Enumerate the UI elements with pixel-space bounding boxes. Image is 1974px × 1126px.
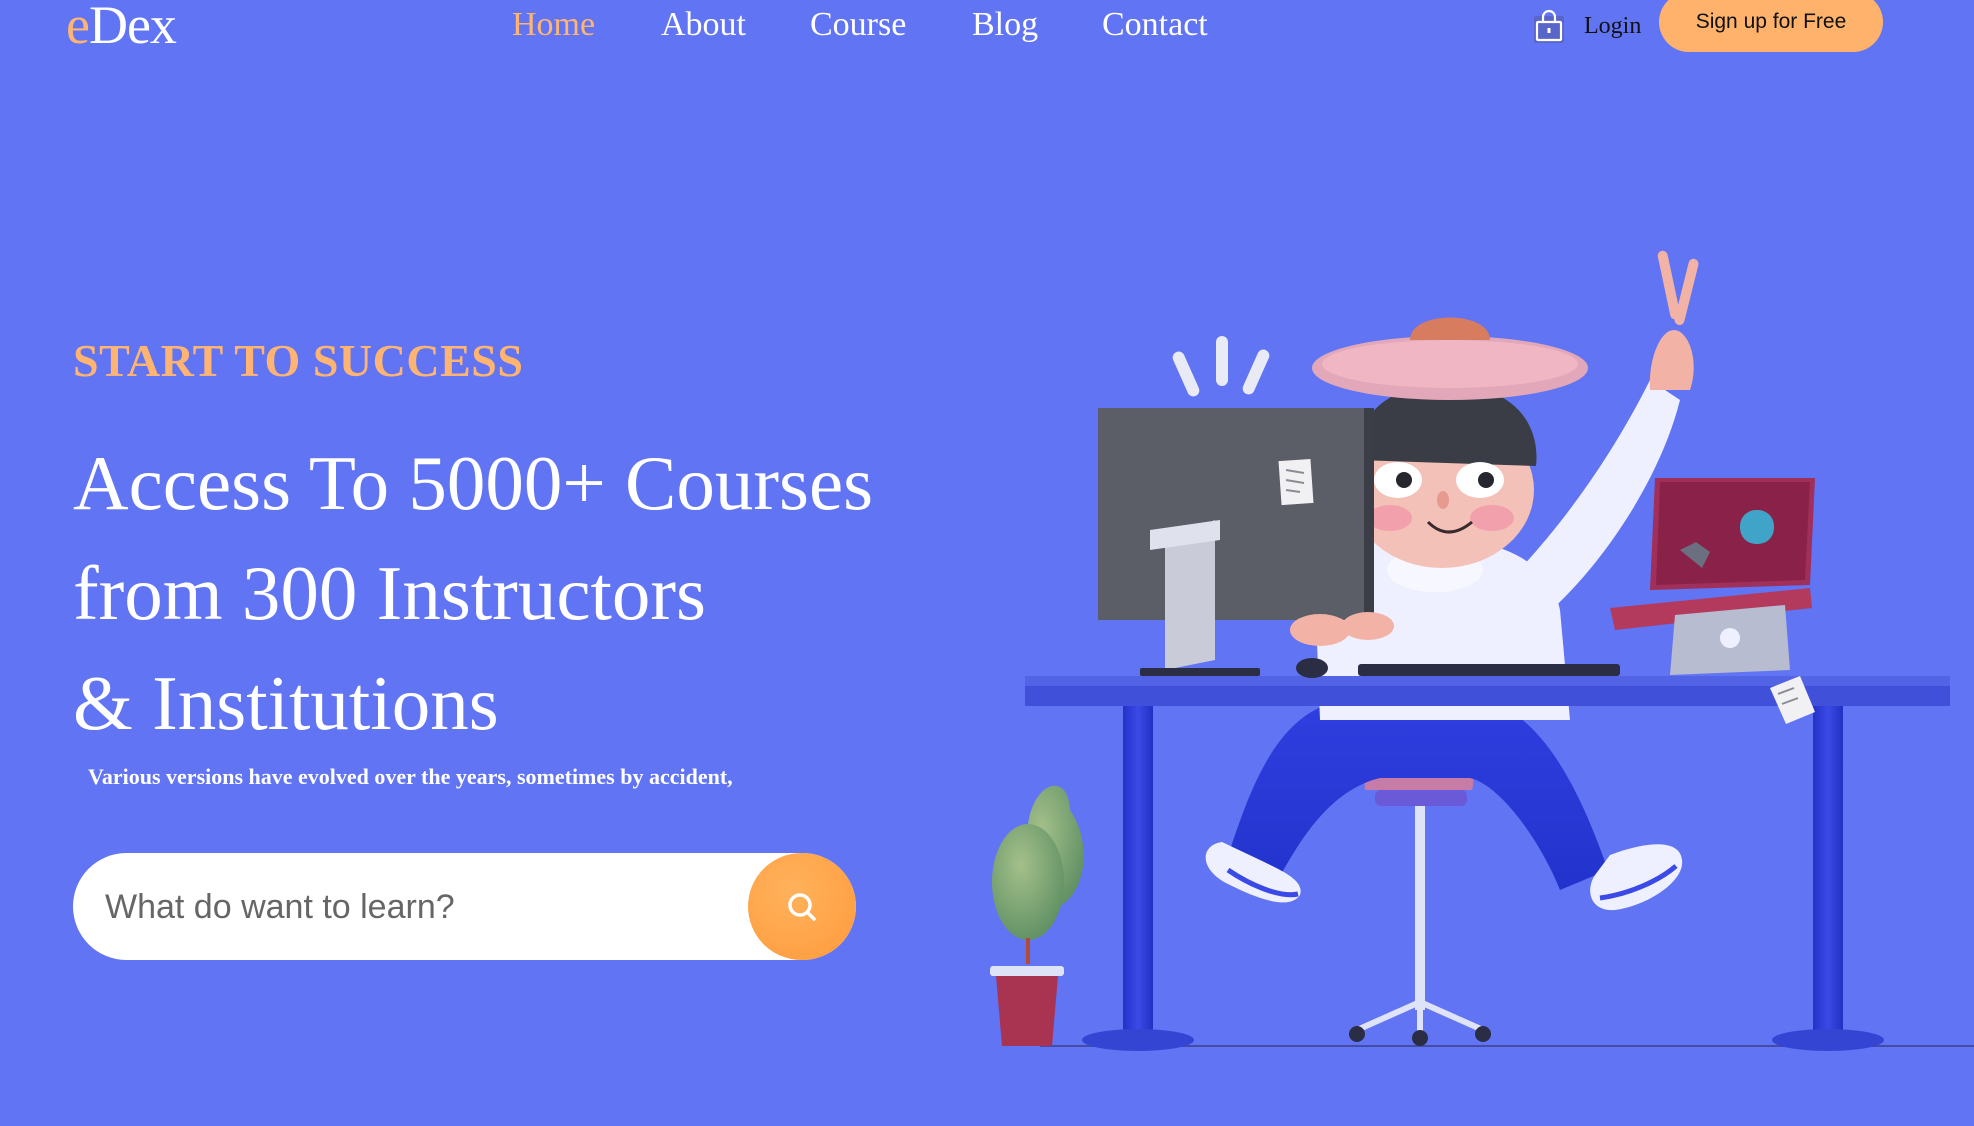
hero-illustration <box>990 250 1974 1051</box>
hero-headline-line-2: from 300 Instructors <box>73 550 706 636</box>
search-bar <box>73 853 856 960</box>
lock-icon <box>1533 8 1565 44</box>
hero-headline-line-1: Access To 5000+ Courses <box>73 440 874 526</box>
brand-logo-accent: e <box>66 0 90 55</box>
plant-decoration <box>990 785 1084 1046</box>
nav-item-course[interactable]: Course <box>810 6 906 44</box>
login-label: Login <box>1584 12 1642 39</box>
nav-item-contact[interactable]: Contact <box>1102 6 1208 44</box>
brand-logo-rest: Dex <box>88 0 177 55</box>
signup-button[interactable]: Sign up for Free <box>1659 0 1883 52</box>
hero-eyebrow: START TO SUCCESS <box>73 335 524 386</box>
search-icon <box>788 892 816 921</box>
search-button[interactable] <box>748 853 856 960</box>
login-link[interactable]: Login <box>1533 8 1641 44</box>
search-input[interactable] <box>103 873 787 941</box>
hero-headline: Access To 5000+ Courses from 300 Instruc… <box>73 428 973 758</box>
nav-item-blog[interactable]: Blog <box>972 6 1038 44</box>
nav-item-about[interactable]: About <box>661 6 746 44</box>
brand-logo[interactable]: eDex <box>66 0 177 56</box>
hero-subtext: Various versions have evolved over the y… <box>88 764 733 789</box>
hero-headline-line-3: & Institutions <box>73 660 499 746</box>
nav-item-home[interactable]: Home <box>512 6 595 44</box>
